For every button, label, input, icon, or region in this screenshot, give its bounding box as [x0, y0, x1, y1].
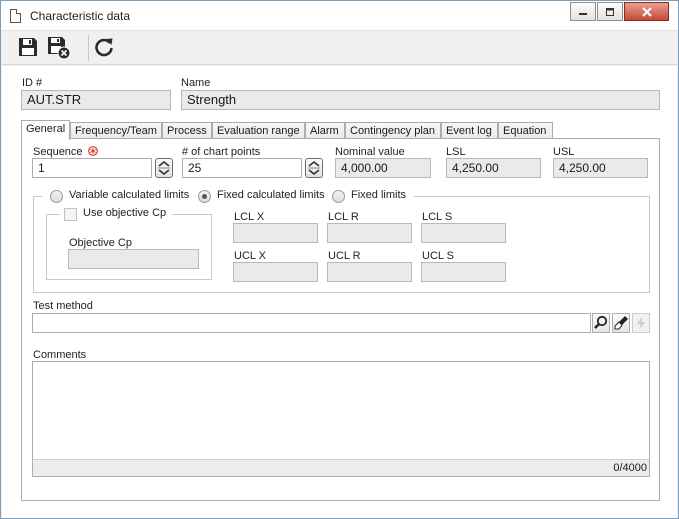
tab-equation[interactable]: Equation: [498, 122, 553, 139]
name-label: Name: [181, 77, 211, 89]
window-title: Characteristic data: [30, 9, 131, 23]
variable-limits-radio[interactable]: [50, 190, 63, 203]
id-label: ID #: [22, 77, 43, 89]
lcl-s-label: LCL S: [422, 211, 453, 223]
close-icon: [641, 6, 652, 17]
tab-alarm[interactable]: Alarm: [305, 122, 345, 139]
lcl-x-label: LCL X: [234, 211, 265, 223]
ucl-s-field[interactable]: [421, 262, 506, 282]
general-tab-panel: Sequence 1 # of chart points 25 Nominal …: [21, 138, 660, 501]
test-method-field[interactable]: [32, 313, 591, 333]
clear-test-method-button[interactable]: [612, 313, 630, 333]
sequence-input[interactable]: 1: [32, 158, 152, 178]
fixed-limits-radio[interactable]: [332, 190, 345, 203]
comments-text: [33, 362, 649, 368]
tab-evaluation-range[interactable]: Evaluation range: [212, 122, 305, 139]
dialog-window: Characteristic data ID # AUT.STR Name St…: [0, 0, 679, 519]
chart-points-label: # of chart points: [182, 146, 261, 158]
sequence-label-text: Sequence: [33, 146, 83, 158]
chart-points-stepper[interactable]: [305, 158, 323, 178]
search-icon: [594, 315, 608, 329]
objective-cp-label: Objective Cp: [69, 237, 132, 249]
fixed-limits-label[interactable]: Fixed limits: [351, 189, 406, 201]
test-method-label: Test method: [33, 300, 93, 312]
save-close-icon: [48, 37, 71, 60]
document-icon: [10, 9, 21, 23]
usl-label: USL: [553, 146, 575, 158]
required-icon: [87, 146, 98, 156]
limits-options: Variable calculated limits Fixed calcula…: [42, 187, 414, 205]
variable-limits-label[interactable]: Variable calculated limits: [69, 189, 189, 201]
use-objective-cp-checkbox[interactable]: [64, 208, 77, 221]
lcl-s-field[interactable]: [421, 223, 506, 243]
maximize-icon: [606, 7, 614, 16]
id-field[interactable]: AUT.STR: [21, 90, 171, 110]
search-test-method-button[interactable]: [592, 313, 610, 333]
tab-frequency-team[interactable]: Frequency/Team: [70, 122, 162, 139]
content-area: ID # AUT.STR Name Strength General Frequ…: [2, 66, 677, 518]
lcl-x-field[interactable]: [233, 223, 318, 243]
tab-event-log[interactable]: Event log: [441, 122, 498, 139]
lsl-field[interactable]: 4,250.00: [446, 158, 541, 178]
usl-field[interactable]: 4,250.00: [553, 158, 648, 178]
minimize-button[interactable]: [570, 2, 596, 21]
tab-contingency-plan[interactable]: Contingency plan: [345, 122, 441, 139]
save-and-close-button[interactable]: [47, 36, 71, 60]
minimize-icon: [579, 12, 587, 15]
objective-cp-header: Use objective Cp: [60, 206, 172, 222]
maximize-button[interactable]: [597, 2, 623, 21]
title-bar[interactable]: Characteristic data: [1, 1, 678, 31]
toolbar-separator: [88, 35, 89, 61]
nominal-value-label: Nominal value: [335, 146, 405, 158]
lsl-label: LSL: [446, 146, 466, 158]
eraser-icon: [614, 316, 628, 330]
close-button[interactable]: [624, 2, 669, 21]
comments-label: Comments: [33, 349, 87, 361]
objective-cp-field[interactable]: [68, 249, 199, 269]
fixed-calculated-limits-label[interactable]: Fixed calculated limits: [217, 189, 325, 201]
nominal-value-field[interactable]: 4,000.00: [335, 158, 431, 178]
sequence-label: Sequence: [33, 146, 98, 158]
stepper-arrows-icon: [308, 160, 320, 176]
lcl-r-label: LCL R: [328, 211, 359, 223]
fixed-calculated-limits-radio[interactable]: [198, 190, 211, 203]
ucl-x-label: UCL X: [234, 250, 266, 262]
lightning-icon: [637, 316, 645, 330]
refresh-button[interactable]: [93, 36, 117, 60]
save-button[interactable]: [17, 36, 41, 60]
ucl-r-label: UCL R: [328, 250, 361, 262]
ucl-x-field[interactable]: [233, 262, 318, 282]
name-field[interactable]: Strength: [181, 90, 660, 110]
tab-process[interactable]: Process: [162, 122, 212, 139]
comments-counter: 0/4000: [33, 459, 649, 476]
use-objective-cp-label[interactable]: Use objective Cp: [83, 207, 166, 219]
ucl-r-field[interactable]: [327, 262, 412, 282]
ucl-s-label: UCL S: [422, 250, 454, 262]
tab-general[interactable]: General: [21, 120, 70, 140]
sequence-stepper[interactable]: [155, 158, 173, 178]
lcl-r-field[interactable]: [327, 223, 412, 243]
save-icon: [19, 38, 37, 56]
stepper-arrows-icon: [158, 160, 170, 176]
comments-textarea[interactable]: 0/4000: [32, 361, 650, 477]
chart-points-input[interactable]: 25: [182, 158, 302, 178]
test-method-action-button[interactable]: [632, 313, 650, 333]
toolbar: [2, 31, 677, 65]
refresh-icon: [95, 38, 113, 57]
